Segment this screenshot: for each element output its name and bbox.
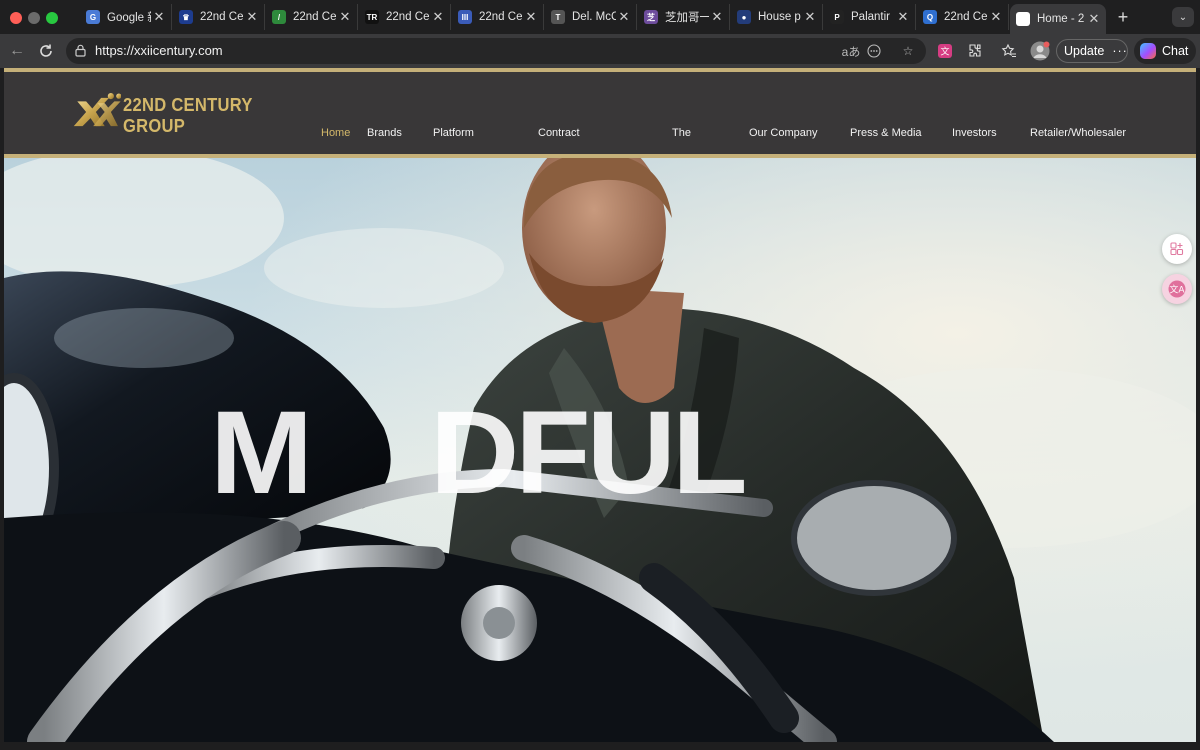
tab-favicon-icon: T [551, 10, 565, 24]
tab-favicon-icon: ♛ [179, 10, 193, 24]
browser-tab[interactable]: G Google 新 ✕ [80, 4, 172, 30]
tab-favicon-icon: 芝 [644, 10, 658, 24]
nav-press-media[interactable]: Press & Media [850, 127, 922, 139]
close-icon[interactable]: ✕ [337, 9, 353, 25]
tab-favicon-icon [1016, 12, 1030, 26]
browser-tab[interactable]: TR 22nd Cer ✕ [359, 4, 451, 30]
close-icon[interactable]: ✕ [523, 9, 539, 25]
browser-tab[interactable]: ♛ 22nd Cer ✕ [173, 4, 265, 30]
xxii-logo-mark-icon [73, 93, 122, 127]
tab-title: Del. McC [572, 11, 616, 23]
minimize-window-button[interactable] [28, 12, 40, 24]
browser-tab[interactable]: Q 22nd Cer ✕ [917, 4, 1009, 30]
nav-brands[interactable]: Brands [367, 127, 402, 139]
copilot-chat-button[interactable]: Chat [1134, 38, 1196, 64]
url-text[interactable]: https://xxiicentury.com [95, 43, 223, 58]
more-menu-icon[interactable]: ··· [1112, 44, 1128, 58]
browser-tab[interactable]: 芝 芝加哥一 ✕ [638, 4, 730, 30]
translate-icon[interactable]: 文A [1162, 274, 1192, 304]
profile-avatar[interactable] [1030, 41, 1050, 61]
tab-title: 22nd Cer [293, 11, 337, 23]
favorite-star-icon[interactable]: ☆ [900, 43, 916, 59]
new-tab-button[interactable]: + [1114, 7, 1132, 28]
tab-title: Google 新 [107, 12, 151, 24]
tab-favicon-icon: G [86, 10, 100, 24]
tab-strip: G Google 新 ✕ ♛ 22nd Cer ✕ / 22nd Cer ✕ T… [0, 0, 1200, 34]
apps-add-icon[interactable] [1162, 234, 1192, 264]
more-options-circle-icon[interactable] [866, 43, 882, 59]
close-icon[interactable]: ✕ [709, 9, 725, 25]
update-button[interactable]: Update ··· [1056, 39, 1128, 63]
hero-banner: M DFUL [4, 158, 1196, 742]
nav-our-company[interactable]: Our Company [749, 127, 817, 139]
browser-tab[interactable]: III 22nd Cer ✕ [452, 4, 544, 30]
back-arrow-icon[interactable]: ← [7, 41, 27, 61]
close-icon[interactable]: ✕ [895, 9, 911, 25]
tab-title: House p [758, 11, 801, 23]
tab-title: 22nd Cer [200, 11, 244, 23]
close-icon[interactable]: ✕ [616, 9, 632, 25]
nav-investors[interactable]: Investors [952, 127, 997, 139]
hero-headline: M DFUL [210, 387, 748, 519]
tab-favicon-icon: III [458, 10, 472, 24]
site-logo[interactable]: 22ND CENTURY GROUP [72, 90, 312, 136]
tab-favicon-icon: Q [923, 10, 937, 24]
tab-favicon-icon: P [830, 10, 844, 24]
address-bar[interactable]: https://xxiicentury.com aあ ☆ [66, 38, 926, 64]
close-icon[interactable]: ✕ [151, 9, 167, 25]
logo-wordmark: 22ND CENTURY GROUP [123, 95, 253, 136]
tab-list-button[interactable]: ⌄ [1172, 7, 1194, 27]
web-page: 22ND CENTURY GROUP Home Brands Platform … [4, 68, 1196, 742]
fullscreen-window-button[interactable] [46, 12, 58, 24]
site-header: 22ND CENTURY GROUP Home Brands Platform … [4, 72, 1196, 154]
close-window-button[interactable] [10, 12, 22, 24]
chat-label: Chat [1162, 44, 1189, 58]
svg-text:文: 文 [940, 46, 949, 58]
extensions-puzzle-icon[interactable] [966, 42, 984, 60]
browser-tab[interactable]: ● House p ✕ [731, 4, 823, 30]
reload-icon[interactable] [36, 41, 56, 61]
tab-title: 芝加哥一 [665, 12, 709, 24]
tab-favicon-icon: / [272, 10, 286, 24]
close-icon[interactable]: ✕ [430, 9, 446, 25]
browser-tab[interactable]: T Del. McC ✕ [545, 4, 637, 30]
nav-the[interactable]: The [672, 127, 691, 139]
tab-title: 22nd Cer [479, 11, 523, 23]
close-icon[interactable]: ✕ [1086, 11, 1102, 27]
favorites-collection-icon[interactable] [1000, 42, 1018, 60]
close-icon[interactable]: ✕ [802, 9, 818, 25]
nav-home[interactable]: Home [321, 127, 350, 139]
tab-title: Home - 2 [1037, 13, 1085, 25]
tab-favicon-icon: ● [737, 10, 751, 24]
close-icon[interactable]: ✕ [244, 9, 260, 25]
browser-tab-active[interactable]: Home - 2 ✕ [1010, 4, 1106, 34]
extension-translate-icon[interactable]: 文 [936, 42, 954, 60]
browser-tab[interactable]: P Palantir ✕ [824, 4, 916, 30]
browser-toolbar: ← https://xxiicentury.com aあ ☆ 文 Update … [0, 34, 1200, 68]
tab-title: Palantir [851, 11, 890, 23]
update-label: Update [1064, 44, 1105, 58]
nav-retailer-wholesaler[interactable]: Retailer/Wholesaler [1030, 127, 1126, 139]
nav-platform[interactable]: Platform [433, 127, 474, 139]
tab-title: 22nd Cer [944, 11, 988, 23]
copilot-icon [1140, 43, 1156, 59]
close-icon[interactable]: ✕ [988, 9, 1004, 25]
svg-text:文A: 文A [1169, 284, 1185, 296]
nav-contract[interactable]: Contract [538, 127, 580, 139]
tab-title: 22nd Cer [386, 11, 430, 23]
lock-icon [75, 44, 86, 58]
tab-favicon-icon: TR [365, 10, 379, 24]
browser-tab[interactable]: / 22nd Cer ✕ [266, 4, 358, 30]
translate-page-icon[interactable]: aあ [840, 43, 862, 59]
